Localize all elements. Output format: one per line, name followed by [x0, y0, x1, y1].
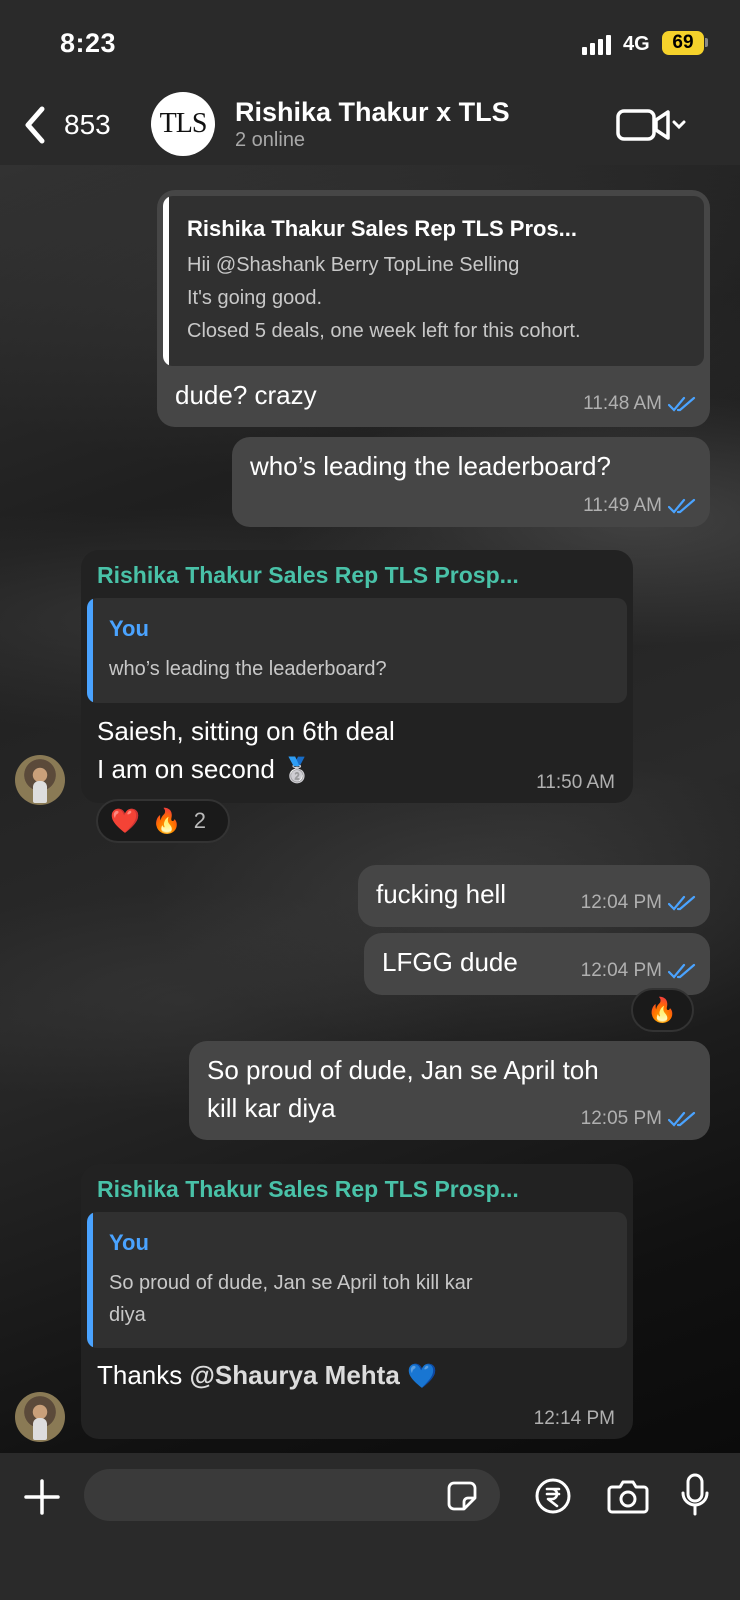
fire-reaction-icon: 🔥	[647, 996, 677, 1024]
message-bubble-outgoing[interactable]: who’s leading the leaderboard? 11:49 AM	[232, 437, 710, 527]
quote-author: You	[109, 1230, 149, 1255]
quote-line: So proud of dude, Jan se April toh kill …	[109, 1272, 473, 1294]
message-time: 11:48 AM	[583, 393, 662, 414]
message-bubble-incoming[interactable]: Rishika Thakur Sales Rep TLS Prosp... Yo…	[81, 550, 633, 803]
signal-icon	[582, 35, 611, 55]
chat-header: 853 TLS Rishika Thakur x TLS 2 online	[0, 85, 740, 165]
message-bubble-outgoing[interactable]: So proud of dude, Jan se April toh kill …	[189, 1041, 710, 1140]
message-text: LFGG dude	[382, 947, 518, 977]
double-check-icon	[668, 396, 696, 412]
double-check-icon	[668, 895, 696, 911]
reaction-pill[interactable]: ❤️ 🔥 2	[96, 799, 230, 843]
message-text-line: I am on second 🥈	[97, 754, 312, 785]
double-check-icon	[668, 963, 696, 979]
message-time: 11:49 AM	[583, 495, 662, 516]
status-time: 8:23	[60, 28, 117, 58]
quote-line: Closed 5 deals, one week left for this c…	[187, 320, 581, 342]
message-meta: 12:14 PM	[534, 1408, 615, 1430]
message-text: Thanks	[97, 1360, 190, 1390]
message-input[interactable]	[84, 1469, 500, 1521]
message-bubble-outgoing[interactable]: fucking hell 12:04 PM	[358, 865, 710, 927]
quote-line: diya	[109, 1304, 146, 1326]
network-type: 4G	[623, 33, 650, 55]
back-chevron-icon[interactable]	[20, 105, 50, 145]
sticker-icon[interactable]	[446, 1480, 478, 1512]
blue-heart-icon: 💙	[407, 1363, 437, 1390]
quote-line: It's going good.	[187, 287, 323, 309]
message-text: who’s leading the leaderboard?	[250, 451, 611, 481]
sender-avatar[interactable]	[15, 755, 65, 805]
sender-name[interactable]: Rishika Thakur Sales Rep TLS Prosp...	[97, 1176, 519, 1203]
message-time: 12:05 PM	[580, 1108, 662, 1129]
message-text: I am on second	[97, 754, 275, 784]
rupee-payment-icon[interactable]	[534, 1477, 572, 1515]
video-call-icon[interactable]	[616, 107, 688, 143]
message-bubble-incoming[interactable]: Rishika Thakur Sales Rep TLS Prosp... Yo…	[81, 1164, 633, 1439]
message-bubble-outgoing[interactable]: LFGG dude 12:04 PM	[364, 933, 710, 995]
message-time: 11:50 AM	[536, 772, 615, 793]
message-time: 12:14 PM	[533, 1408, 615, 1429]
sender-name[interactable]: Rishika Thakur Sales Rep TLS Prosp...	[97, 562, 519, 589]
message-text-line: Saiesh, sitting on 6th deal	[97, 716, 395, 746]
message-text-line: Thanks @Shaurya Mehta 💙	[97, 1360, 437, 1391]
quote-author: Rishika Thakur Sales Rep TLS Pros...	[187, 216, 578, 241]
reply-quote[interactable]: Rishika Thakur Sales Rep TLS Pros... Hii…	[163, 196, 704, 366]
quote-line: Hii @Shashank Berry TopLine Selling	[187, 254, 520, 276]
sender-avatar[interactable]	[15, 1392, 65, 1442]
reaction-count: 2	[193, 808, 207, 833]
message-composer	[0, 1453, 740, 1600]
message-meta: 11:49 AM	[583, 495, 696, 517]
quote-author: You	[109, 616, 149, 641]
fire-reaction-icon: 🔥	[151, 807, 182, 835]
mention-link[interactable]: @Shaurya Mehta	[190, 1360, 400, 1390]
message-text-line: kill kar diya	[207, 1093, 336, 1123]
message-meta: 12:05 PM	[581, 1108, 696, 1130]
chat-title[interactable]: Rishika Thakur x TLS	[235, 97, 510, 128]
group-avatar[interactable]: TLS	[151, 92, 215, 156]
quote-bar	[87, 598, 93, 703]
back-unread-count[interactable]: 853	[64, 109, 111, 141]
heart-reaction-icon: ❤️	[110, 807, 140, 835]
battery-tip	[705, 38, 708, 47]
message-time: 12:04 PM	[580, 892, 662, 913]
reaction-pill[interactable]: 🔥	[631, 988, 694, 1032]
double-check-icon	[668, 1111, 696, 1127]
message-meta: 12:04 PM	[581, 960, 696, 982]
message-time: 12:04 PM	[580, 960, 662, 981]
quote-bar	[87, 1212, 93, 1348]
message-text: fucking hell	[376, 879, 507, 909]
message-bubble-outgoing[interactable]: Rishika Thakur Sales Rep TLS Pros... Hii…	[157, 190, 710, 427]
double-check-icon	[668, 498, 696, 514]
second-place-medal-icon: 🥈	[282, 757, 312, 784]
status-bar: 8:23 4G 69	[0, 0, 740, 85]
battery-icon: 69	[662, 31, 704, 55]
message-meta: 12:04 PM	[581, 892, 696, 914]
message-text: dude? crazy	[175, 380, 317, 410]
online-status: 2 online	[235, 129, 306, 151]
microphone-icon[interactable]	[680, 1473, 710, 1517]
reply-quote[interactable]: You So proud of dude, Jan se April toh k…	[87, 1212, 627, 1348]
plus-icon[interactable]	[24, 1479, 60, 1515]
message-meta: 11:48 AM	[583, 393, 696, 415]
message-text-line: So proud of dude, Jan se April toh	[207, 1055, 599, 1085]
camera-icon[interactable]	[606, 1477, 650, 1515]
reply-quote[interactable]: You who’s leading the leaderboard?	[87, 598, 627, 703]
quote-bar	[163, 196, 169, 366]
quote-line: who’s leading the leaderboard?	[109, 658, 387, 680]
message-meta: 11:50 AM	[536, 772, 615, 794]
